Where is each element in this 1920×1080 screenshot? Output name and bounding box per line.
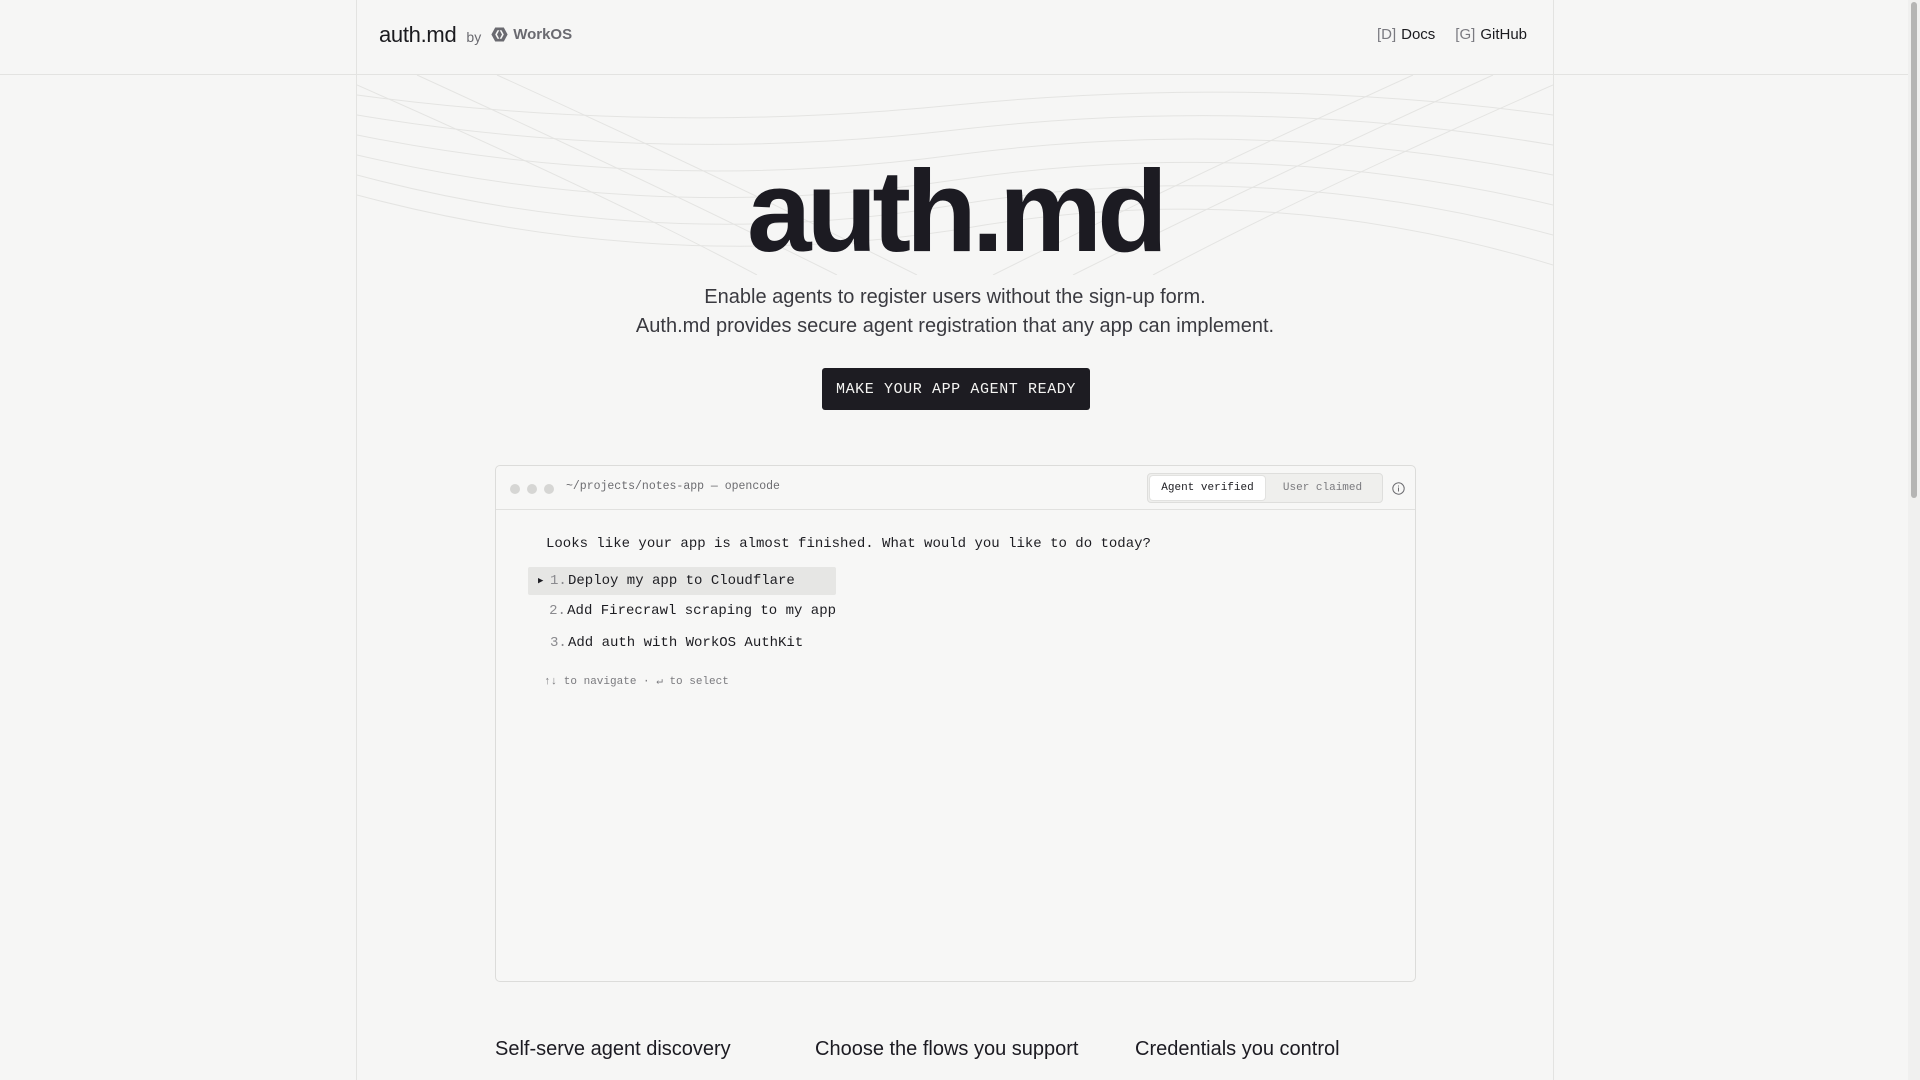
tab-agent-verified[interactable]: Agent verified bbox=[1150, 476, 1265, 500]
option-deploy-cloudflare[interactable]: ▶ 1. Deploy my app to Cloudflare bbox=[528, 567, 836, 595]
hero-subtitle: Enable agents to register users without … bbox=[357, 283, 1553, 341]
brand[interactable]: auth.md by WorkOS bbox=[379, 22, 572, 48]
minimize-dot-icon bbox=[527, 484, 537, 494]
features-row: Self-serve agent discovery Choose the fl… bbox=[495, 1038, 1416, 1080]
nav-docs-link[interactable]: [D] Docs bbox=[1377, 26, 1435, 43]
info-icon[interactable] bbox=[1392, 482, 1405, 500]
workos-logo-icon bbox=[491, 27, 508, 42]
feature-choose-flows: Choose the flows you support bbox=[815, 1038, 1105, 1061]
brand-name: auth.md bbox=[379, 22, 457, 47]
feature-title: Self-serve agent discovery bbox=[495, 1038, 731, 1060]
tab-user-claimed[interactable]: User claimed bbox=[1265, 476, 1380, 500]
feature-title: Choose the flows you support bbox=[815, 1038, 1079, 1060]
top-nav: [D] Docs [G] GitHub bbox=[1377, 26, 1527, 43]
selection-caret-icon: ▶ bbox=[538, 576, 544, 586]
option-number: 2. bbox=[549, 603, 566, 619]
option-label: Deploy my app to Cloudflare bbox=[568, 573, 795, 589]
option-label: Add auth with WorkOS AuthKit bbox=[568, 635, 804, 651]
option-number: 1. bbox=[550, 573, 567, 589]
workos-brand: WorkOS bbox=[491, 26, 572, 43]
page: auth.md by WorkOS [D] Docs [G] GitHub au… bbox=[0, 0, 1920, 1080]
status-toggle: Agent verified User claimed bbox=[1147, 473, 1383, 503]
feature-agent-discovery: Self-serve agent discovery bbox=[495, 1038, 785, 1061]
make-app-agent-ready-button[interactable]: MAKE YOUR APP AGENT READY bbox=[822, 368, 1090, 410]
nav-docs-label: Docs bbox=[1401, 26, 1436, 43]
nav-github-link[interactable]: [G] GitHub bbox=[1455, 26, 1527, 43]
terminal-window: ~/projects/notes-app — opencode Agent ve… bbox=[495, 465, 1416, 982]
hero-subtitle-line-2: Auth.md provides secure agent registrati… bbox=[635, 315, 1275, 337]
keyboard-hint: ↑↓ to navigate · ↵ to select bbox=[544, 676, 729, 688]
site-header: auth.md by WorkOS [D] Docs [G] GitHub bbox=[0, 0, 1908, 75]
main-content: auth.md Enable agents to register users … bbox=[356, 75, 1554, 1080]
scrollbar-thumb[interactable] bbox=[1911, 2, 1917, 498]
option-label: Add Firecrawl scraping to my app bbox=[567, 603, 836, 619]
feature-credentials: Credentials you control bbox=[1135, 1038, 1416, 1061]
terminal-titlebar: ~/projects/notes-app — opencode Agent ve… bbox=[496, 466, 1415, 510]
feature-title: Credentials you control bbox=[1135, 1038, 1340, 1060]
close-dot-icon bbox=[510, 484, 520, 494]
terminal-path: ~/projects/notes-app — opencode bbox=[566, 480, 780, 493]
nav-docs-shortcut: [D] bbox=[1376, 26, 1397, 43]
option-number: 3. bbox=[550, 635, 567, 651]
option-add-auth[interactable]: 3. Add auth with WorkOS AuthKit bbox=[528, 629, 836, 657]
page-scrollbar[interactable] bbox=[1908, 0, 1920, 1080]
brand-by: by bbox=[466, 29, 482, 45]
hero-subtitle-line-1: Enable agents to register users without … bbox=[704, 286, 1206, 308]
workos-label: WorkOS bbox=[513, 26, 573, 43]
option-add-firecrawl[interactable]: 2. Add Firecrawl scraping to my app bbox=[528, 597, 836, 625]
nav-github-label: GitHub bbox=[1480, 26, 1527, 43]
maximize-dot-icon bbox=[544, 484, 554, 494]
header-container: auth.md by WorkOS [D] Docs [G] GitHub bbox=[356, 0, 1554, 75]
terminal-prompt: Looks like your app is almost finished. … bbox=[546, 536, 1151, 552]
window-controls bbox=[510, 484, 554, 494]
hero-title: auth.md bbox=[746, 146, 1168, 276]
nav-github-shortcut: [G] bbox=[1455, 26, 1476, 43]
